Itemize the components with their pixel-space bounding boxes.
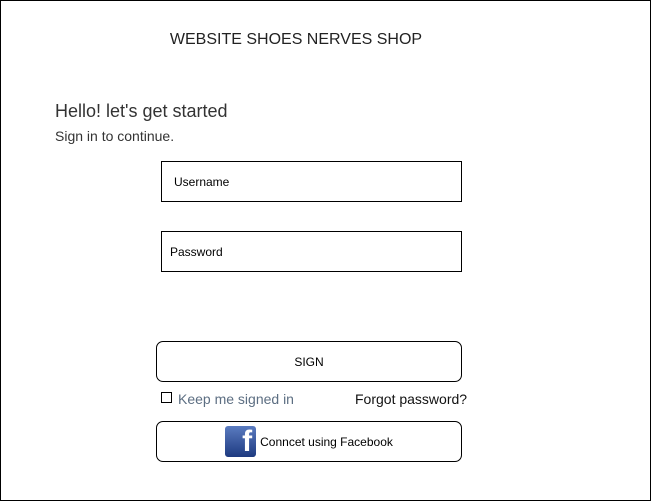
- facebook-connect-button[interactable]: f Conncet using Facebook: [156, 421, 462, 462]
- facebook-connect-label: Conncet using Facebook: [260, 434, 393, 449]
- login-page: WEBSITE SHOES NERVES SHOP Hello! let's g…: [0, 0, 651, 501]
- password-input[interactable]: Password: [161, 231, 462, 272]
- subtitle: Sign in to continue.: [55, 128, 175, 144]
- forgot-password-link[interactable]: Forgot password?: [355, 391, 467, 407]
- keep-signed-in-label[interactable]: Keep me signed in: [178, 391, 294, 407]
- sign-button[interactable]: SIGN: [156, 341, 462, 382]
- keep-signed-in-checkbox[interactable]: [161, 392, 172, 403]
- facebook-icon: f: [225, 426, 257, 457]
- username-input[interactable]: Username: [161, 161, 462, 202]
- greeting-heading: Hello! let's get started: [55, 101, 228, 121]
- site-title: WEBSITE SHOES NERVES SHOP: [169, 31, 423, 48]
